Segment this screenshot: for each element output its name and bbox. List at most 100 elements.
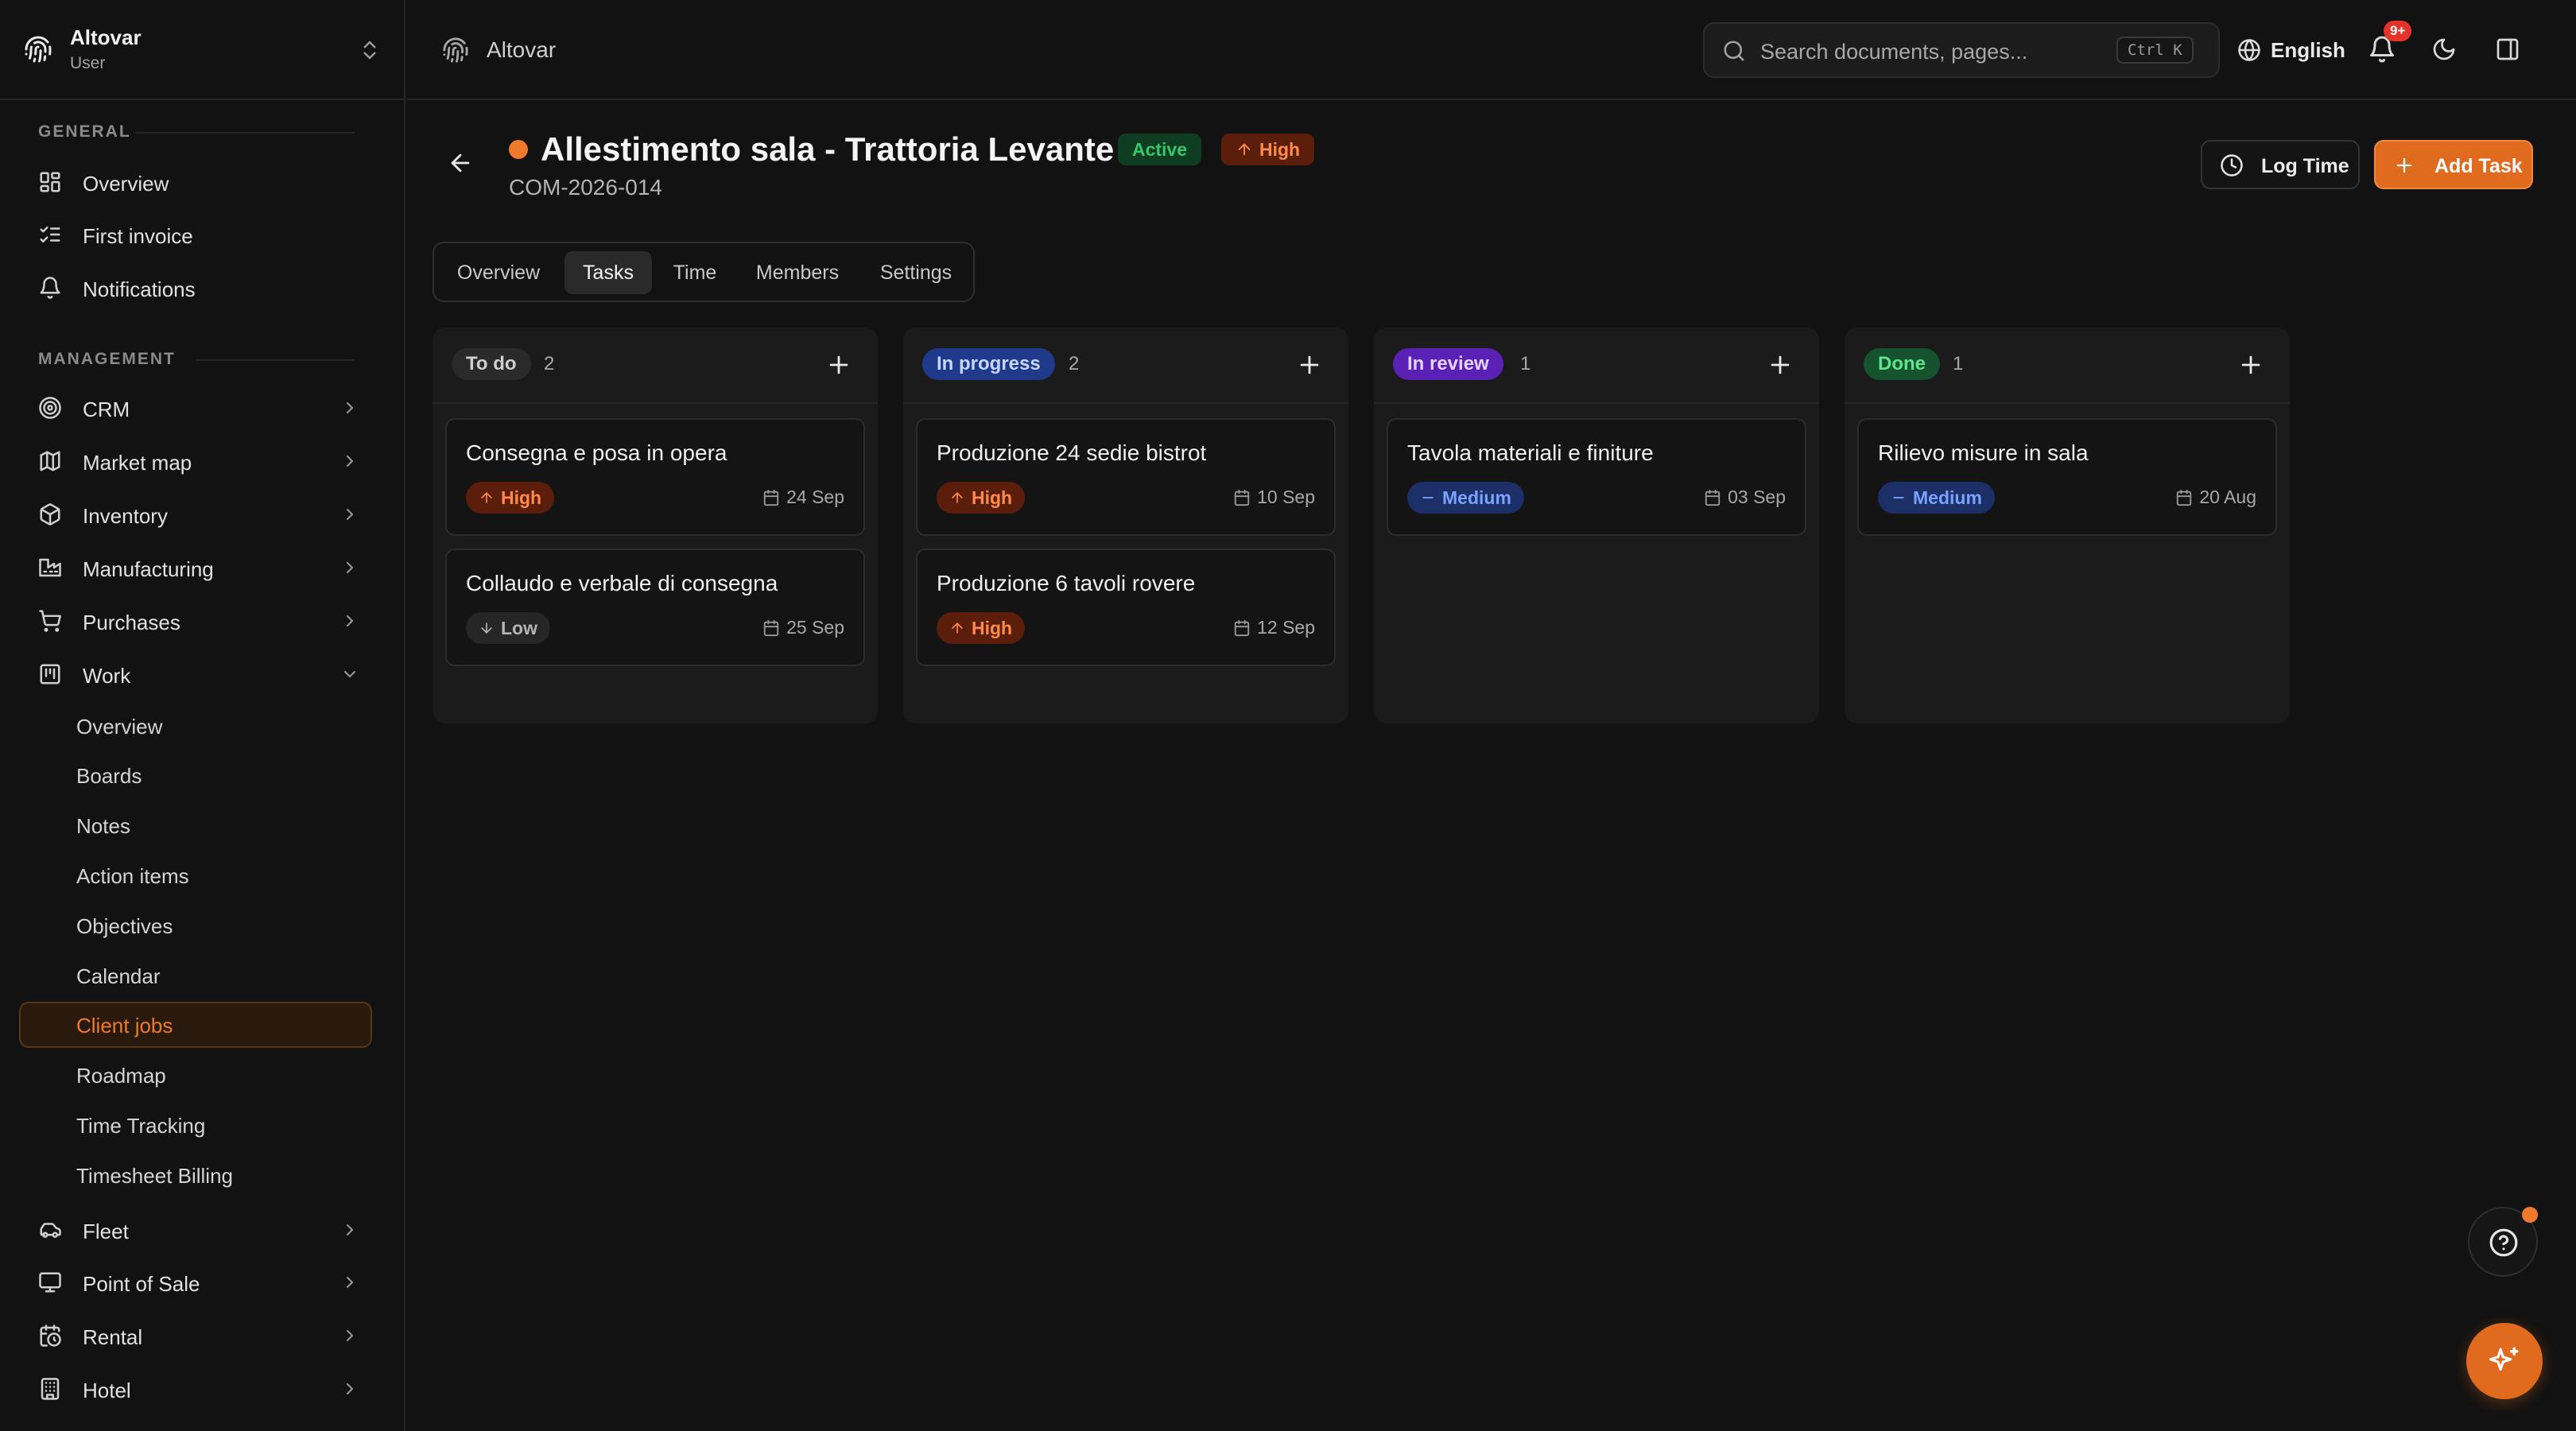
language-selector[interactable]: English bbox=[2237, 32, 2345, 68]
arrow-up-icon bbox=[952, 492, 963, 503]
task-card[interactable]: Produzione 24 sedie bistrot High 10 Sep bbox=[916, 418, 1336, 536]
fingerprint-icon bbox=[443, 37, 468, 63]
search-placeholder: Search documents, pages... bbox=[1760, 40, 2028, 64]
column-count: 1 bbox=[1520, 353, 1531, 374]
sidebar-item-inventory[interactable]: Inventory bbox=[19, 491, 372, 537]
calendar-icon bbox=[2177, 489, 2192, 506]
task-priority-badge: High bbox=[466, 482, 555, 514]
sidebar-subitem-timesheet-billing[interactable]: Timesheet Billing bbox=[19, 1152, 372, 1198]
task-card[interactable]: Consegna e posa in opera High 24 Sep bbox=[445, 418, 865, 536]
sidebar-subitem-label: Boards bbox=[76, 764, 142, 788]
page-title: Allestimento sala - Trattoria Levante bbox=[541, 130, 1115, 168]
sidebar-item-purchases[interactable]: Purchases bbox=[19, 598, 372, 644]
task-title: Consegna e posa in opera bbox=[466, 440, 727, 465]
task-card[interactable]: Tavola materiali e finiture Medium 03 Se… bbox=[1387, 418, 1806, 536]
sidebar-item-label: Fleet bbox=[83, 1220, 129, 1243]
sidebar-item-overview[interactable]: Overview bbox=[19, 159, 372, 205]
sidebar-item-label: Work bbox=[83, 664, 131, 688]
task-title: Rilievo misure in sala bbox=[1878, 440, 2089, 465]
task-card[interactable]: Collaudo e verbale di consegna Low 25 Se… bbox=[445, 549, 865, 666]
search-icon bbox=[1724, 41, 1744, 61]
section-label-management: MANAGEMENT bbox=[38, 350, 176, 368]
task-card[interactable]: Produzione 6 tavoli rovere High 12 Sep bbox=[916, 549, 1336, 666]
sidebar-subitem-notes[interactable]: Notes bbox=[19, 802, 372, 848]
back-arrow-icon[interactable] bbox=[447, 149, 474, 176]
checklist-icon bbox=[40, 227, 60, 242]
cart-icon bbox=[39, 610, 61, 632]
tab-settings[interactable]: Settings bbox=[867, 251, 965, 294]
sidebar-subitem-boards[interactable]: Boards bbox=[19, 752, 372, 798]
moon-icon[interactable] bbox=[2431, 37, 2457, 62]
sidebar-item-work[interactable]: Work bbox=[19, 651, 372, 697]
sidebar-item-manufacturing[interactable]: Manufacturing bbox=[19, 545, 372, 591]
task-due-date-label: 10 Sep bbox=[1257, 487, 1315, 507]
org-switcher[interactable]: Altovar User bbox=[0, 0, 404, 100]
calendar-icon bbox=[763, 489, 779, 506]
task-due-date: 03 Sep bbox=[1704, 487, 1786, 508]
tab-overview[interactable]: Overview bbox=[445, 251, 552, 294]
sidebar-item-fleet[interactable]: Fleet bbox=[19, 1207, 372, 1253]
sidebar-item-label: First invoice bbox=[83, 224, 193, 248]
sidebar-item-rental[interactable]: Rental bbox=[19, 1313, 372, 1359]
add-card-plus-icon[interactable] bbox=[2237, 351, 2264, 378]
minus-icon bbox=[1893, 497, 1904, 498]
sidebar-subitem-client-jobs[interactable]: Client jobs bbox=[19, 1002, 372, 1048]
chevron-right-icon bbox=[347, 1330, 353, 1341]
tab-time[interactable]: Time bbox=[661, 251, 728, 294]
task-card[interactable]: Rilievo misure in sala Medium 20 Aug bbox=[1857, 418, 2277, 536]
tab-members[interactable]: Members bbox=[738, 251, 857, 294]
sidebar-subitem-overview[interactable]: Overview bbox=[19, 703, 372, 749]
tab-tasks[interactable]: Tasks bbox=[564, 251, 652, 294]
org-role: User bbox=[70, 54, 106, 72]
task-due-date-label: 24 Sep bbox=[786, 487, 844, 507]
add-task-button[interactable]: Add Task bbox=[2374, 140, 2533, 189]
ai-assistant-button[interactable] bbox=[2466, 1323, 2543, 1399]
search-input[interactable]: Search documents, pages... Ctrl K bbox=[1703, 22, 2220, 78]
globe-icon bbox=[2238, 39, 2260, 61]
sidebar-subitem-roadmap[interactable]: Roadmap bbox=[19, 1052, 372, 1098]
sidebar-item-label: Manufacturing bbox=[83, 557, 214, 581]
org-name: Altovar bbox=[70, 25, 142, 49]
chevron-right-icon bbox=[347, 1224, 353, 1235]
sidebar-subitem-calendar[interactable]: Calendar bbox=[19, 952, 372, 999]
dashboard-icon bbox=[40, 172, 60, 192]
sidebar-item-label: Point of Sale bbox=[83, 1272, 200, 1296]
sidebar-item-label: Market map bbox=[83, 451, 192, 475]
section-divider bbox=[196, 359, 355, 361]
sidebar-item-point-of-sale[interactable]: Point of Sale bbox=[19, 1259, 372, 1305]
language-label: English bbox=[2271, 37, 2345, 62]
car-icon bbox=[40, 1223, 61, 1238]
column-header: In progress 2 bbox=[903, 328, 1348, 404]
panel-toggle-icon[interactable] bbox=[2495, 37, 2520, 62]
column-title: To do bbox=[452, 348, 531, 380]
monitor-icon bbox=[39, 1272, 61, 1293]
log-time-button[interactable]: Log Time bbox=[2201, 140, 2360, 189]
calendar-icon bbox=[1705, 489, 1721, 506]
sidebar-subitem-objectives[interactable]: Objectives bbox=[19, 902, 372, 948]
add-card-plus-icon[interactable] bbox=[1296, 351, 1323, 378]
task-title: Produzione 24 sedie bistrot bbox=[937, 440, 1207, 465]
sidebar-subitem-label: Action items bbox=[76, 864, 189, 888]
add-card-plus-icon[interactable] bbox=[825, 351, 852, 378]
sidebar-item-hotel[interactable]: Hotel bbox=[19, 1366, 372, 1412]
sidebar-item-market-map[interactable]: Market map bbox=[19, 438, 372, 484]
breadcrumb[interactable]: Altovar bbox=[487, 37, 556, 63]
task-priority-badge: Medium bbox=[1407, 482, 1524, 514]
sidebar-subitem-action-items[interactable]: Action items bbox=[19, 852, 372, 898]
arrow-up-icon bbox=[1238, 143, 1251, 156]
add-card-plus-icon[interactable] bbox=[1767, 351, 1794, 378]
chevron-right-icon bbox=[347, 402, 353, 413]
sidebar-subitem-time-tracking[interactable]: Time Tracking bbox=[19, 1102, 372, 1148]
sidebar-item-notifications[interactable]: Notifications bbox=[19, 265, 372, 311]
sidebar-item-first-invoice[interactable]: First invoice bbox=[19, 211, 372, 258]
sidebar-item-crm[interactable]: CRM bbox=[19, 385, 372, 431]
task-priority-badge: High bbox=[937, 612, 1026, 644]
board-column-in-progress: In progress 2 Produzione 24 sedie bistro… bbox=[903, 328, 1348, 723]
sidebar-subitem-label: Notes bbox=[76, 814, 130, 838]
column-count: 2 bbox=[1069, 353, 1080, 374]
board-column-in-review: In review 1 Tavola materiali e finiture … bbox=[1374, 328, 1819, 723]
factory-icon bbox=[39, 558, 61, 577]
chevron-right-icon bbox=[347, 1277, 353, 1288]
minus-icon bbox=[1422, 497, 1433, 498]
help-circle-icon bbox=[2489, 1228, 2518, 1257]
